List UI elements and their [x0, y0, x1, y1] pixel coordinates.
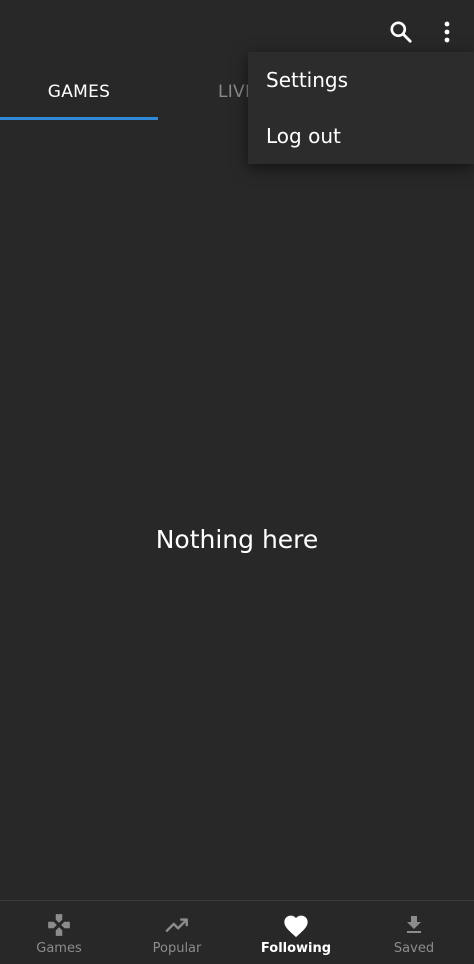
more-options-button[interactable]: [427, 12, 467, 52]
nav-label-saved: Saved: [393, 941, 435, 956]
more-vert-icon: [444, 21, 450, 43]
nav-item-following[interactable]: Following: [237, 901, 355, 964]
overflow-menu: Settings Log out: [248, 52, 474, 164]
trending-up-icon: [165, 918, 188, 933]
nav-item-saved[interactable]: Saved: [355, 901, 473, 964]
download-icon: [407, 916, 421, 933]
heart-icon: [284, 915, 308, 938]
gamepad-icon: [48, 914, 70, 936]
screen: GAMES LIVE Nothing here Settings Log out…: [0, 0, 474, 964]
nav-label-games: Games: [36, 941, 82, 956]
tab-games[interactable]: GAMES: [0, 64, 158, 120]
nav-item-games[interactable]: Games: [0, 901, 118, 964]
menu-item-settings[interactable]: Settings: [248, 52, 474, 108]
tab-games-label: GAMES: [47, 82, 111, 102]
search-button[interactable]: [381, 12, 421, 52]
empty-state-text: Nothing here: [155, 525, 319, 554]
menu-item-log-out[interactable]: Log out: [248, 108, 474, 164]
nav-label-following: Following: [260, 941, 332, 956]
search-icon: [390, 21, 412, 43]
nav-item-popular[interactable]: Popular: [118, 901, 236, 964]
tab-indicator: [0, 117, 158, 120]
bottom-navigation: Games Popular Following Saved: [0, 900, 474, 964]
nav-label-popular: Popular: [152, 941, 202, 956]
